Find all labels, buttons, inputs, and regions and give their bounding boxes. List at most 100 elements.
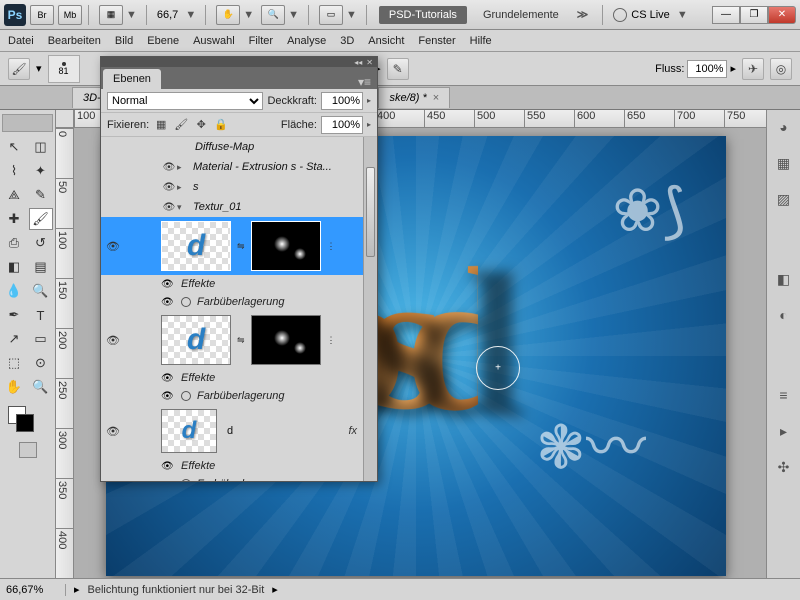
eraser-tool[interactable]: ◧: [2, 256, 26, 278]
ruler-vertical[interactable]: 050100150200250300350400450: [56, 128, 74, 578]
wand-tool[interactable]: ✦: [29, 160, 53, 182]
heal-tool[interactable]: ✚: [2, 208, 26, 230]
mask-link-icon[interactable]: ⇋: [237, 335, 245, 346]
mask-thumbnail[interactable]: [251, 315, 321, 365]
menu-analyse[interactable]: Analyse: [287, 35, 326, 47]
pen-tool[interactable]: ✒: [2, 304, 26, 326]
visibility-icon[interactable]: 👁: [161, 279, 175, 290]
layer-name[interactable]: d: [227, 425, 233, 437]
fx-item[interactable]: 👁Farbüberlagerung: [101, 293, 377, 311]
photoshop-icon[interactable]: Ps: [4, 4, 26, 26]
menu-bild[interactable]: Bild: [115, 35, 133, 47]
visibility-icon[interactable]: 👁: [161, 182, 177, 193]
lock-pixels-icon[interactable]: 🖌: [173, 117, 189, 133]
gradient-tool[interactable]: ▤: [29, 256, 53, 278]
layer-thumbnail[interactable]: d: [161, 221, 231, 271]
3d-camera-tool[interactable]: ⊙: [29, 352, 53, 374]
swatches-panel-icon[interactable]: ▦: [773, 152, 795, 174]
path-tool[interactable]: ↗: [2, 328, 26, 350]
close-button[interactable]: ✕: [768, 6, 796, 24]
more-workspaces[interactable]: ≫: [577, 8, 589, 21]
panel-scrollbar[interactable]: [363, 137, 377, 481]
menu-bearbeiten[interactable]: Bearbeiten: [48, 35, 101, 47]
screenmode-button[interactable]: ▭: [319, 5, 343, 25]
zoom-tool[interactable]: 🔍: [29, 376, 53, 398]
crop-tool[interactable]: ⟁: [2, 184, 26, 206]
maximize-button[interactable]: ❐: [740, 6, 768, 24]
blur-tool[interactable]: 💧: [2, 280, 26, 302]
fx-badge[interactable]: fx: [348, 425, 357, 437]
status-zoom[interactable]: 66,67%: [6, 584, 66, 596]
tool-preset-icon[interactable]: 🖌: [8, 58, 30, 80]
color-swatches[interactable]: [2, 406, 53, 436]
visibility-icon[interactable]: 👁: [161, 202, 177, 213]
background-color[interactable]: [16, 414, 34, 432]
lasso-tool[interactable]: ⌇: [2, 160, 26, 182]
tablet-size-icon[interactable]: ◎: [770, 58, 792, 80]
layer-thumbnail[interactable]: d: [161, 315, 231, 365]
close-tab-icon[interactable]: ×: [433, 92, 439, 104]
tablet-opacity-icon[interactable]: ✎: [387, 58, 409, 80]
marquee-tool[interactable]: ◫: [29, 136, 53, 158]
masks-panel-icon[interactable]: ◐: [773, 304, 795, 326]
visibility-icon[interactable]: 👁: [105, 425, 121, 438]
styles-panel-icon[interactable]: ▨: [773, 188, 795, 210]
layer-row[interactable]: 👁 d ⇋ ⋮: [101, 217, 377, 275]
visibility-icon[interactable]: 👁: [105, 334, 121, 347]
visibility-icon[interactable]: 👁: [161, 461, 175, 472]
menu-filter[interactable]: Filter: [249, 35, 273, 47]
cslive-button[interactable]: CS Live▼: [613, 8, 690, 22]
layer-item[interactable]: 👁▸Material - Extrusion s - Sta...: [101, 157, 377, 177]
hand-button[interactable]: ✋: [216, 5, 240, 25]
menu-auswahl[interactable]: Auswahl: [193, 35, 235, 47]
visibility-icon[interactable]: 👁: [161, 297, 175, 308]
type-tool[interactable]: T: [29, 304, 53, 326]
workspace-tag-2[interactable]: Grundelemente: [473, 6, 569, 24]
panel-collapse-icon[interactable]: ◂◂: [354, 58, 362, 67]
mask-link-icon[interactable]: ⇋: [237, 241, 245, 252]
layer-item[interactable]: 👁▸s: [101, 177, 377, 197]
panel-close-icon[interactable]: ✕: [366, 58, 373, 67]
status-arrow-icon[interactable]: ▸: [272, 583, 278, 596]
fx-row[interactable]: 👁Effekte: [101, 369, 377, 387]
zoom-value[interactable]: 66,7: [157, 9, 178, 21]
actions-panel-icon[interactable]: ▸: [773, 420, 795, 442]
fx-row[interactable]: 👁Effekte: [101, 275, 377, 293]
layer-opacity-input[interactable]: [321, 92, 363, 110]
layer-thumbnail[interactable]: d: [161, 409, 217, 453]
lock-all-icon[interactable]: 🔒: [213, 117, 229, 133]
color-panel-icon[interactable]: ◕: [773, 116, 795, 138]
document-tab-right[interactable]: ske/8) *×: [378, 87, 450, 108]
panel-menu-icon[interactable]: ▾≡: [352, 75, 377, 89]
3d-tool[interactable]: ⬚: [2, 352, 26, 374]
hand-tool[interactable]: ✋: [2, 376, 26, 398]
status-arrow-icon[interactable]: ▸: [74, 583, 80, 596]
fx-item[interactable]: Farbüberlagerung: [101, 475, 377, 481]
mask-thumbnail[interactable]: [251, 221, 321, 271]
layer-row[interactable]: 👁 d d fx: [101, 405, 377, 457]
menu-hilfe[interactable]: Hilfe: [470, 35, 492, 47]
layer-item[interactable]: 👁▾Textur_01: [101, 197, 377, 217]
flow-input[interactable]: [687, 60, 727, 78]
lock-transparent-icon[interactable]: ▦: [153, 117, 169, 133]
stamp-tool[interactable]: ⎙: [2, 232, 26, 254]
brush-preview[interactable]: 81: [48, 55, 80, 83]
history-brush-tool[interactable]: ↺: [29, 232, 53, 254]
visibility-icon[interactable]: 👁: [161, 373, 175, 384]
workspace-tag[interactable]: PSD-Tutorials: [379, 6, 467, 24]
minimize-button[interactable]: —: [712, 6, 740, 24]
menu-ansicht[interactable]: Ansicht: [368, 35, 404, 47]
history-panel-icon[interactable]: ≡: [773, 384, 795, 406]
fx-row[interactable]: 👁Effekte: [101, 457, 377, 475]
menu-3d[interactable]: 3D: [340, 35, 354, 47]
fx-item[interactable]: 👁Farbüberlagerung: [101, 387, 377, 405]
view-arrange-button[interactable]: ▦: [99, 5, 123, 25]
visibility-icon[interactable]: 👁: [161, 162, 177, 173]
visibility-icon[interactable]: 👁: [161, 391, 175, 402]
menu-datei[interactable]: Datei: [8, 35, 34, 47]
shape-tool[interactable]: ▭: [29, 328, 53, 350]
lock-position-icon[interactable]: ✥: [193, 117, 209, 133]
layer-row[interactable]: 👁 d ⇋ ⋮: [101, 311, 377, 369]
adjustments-panel-icon[interactable]: ◧: [773, 268, 795, 290]
airbrush-icon[interactable]: ✈: [742, 58, 764, 80]
